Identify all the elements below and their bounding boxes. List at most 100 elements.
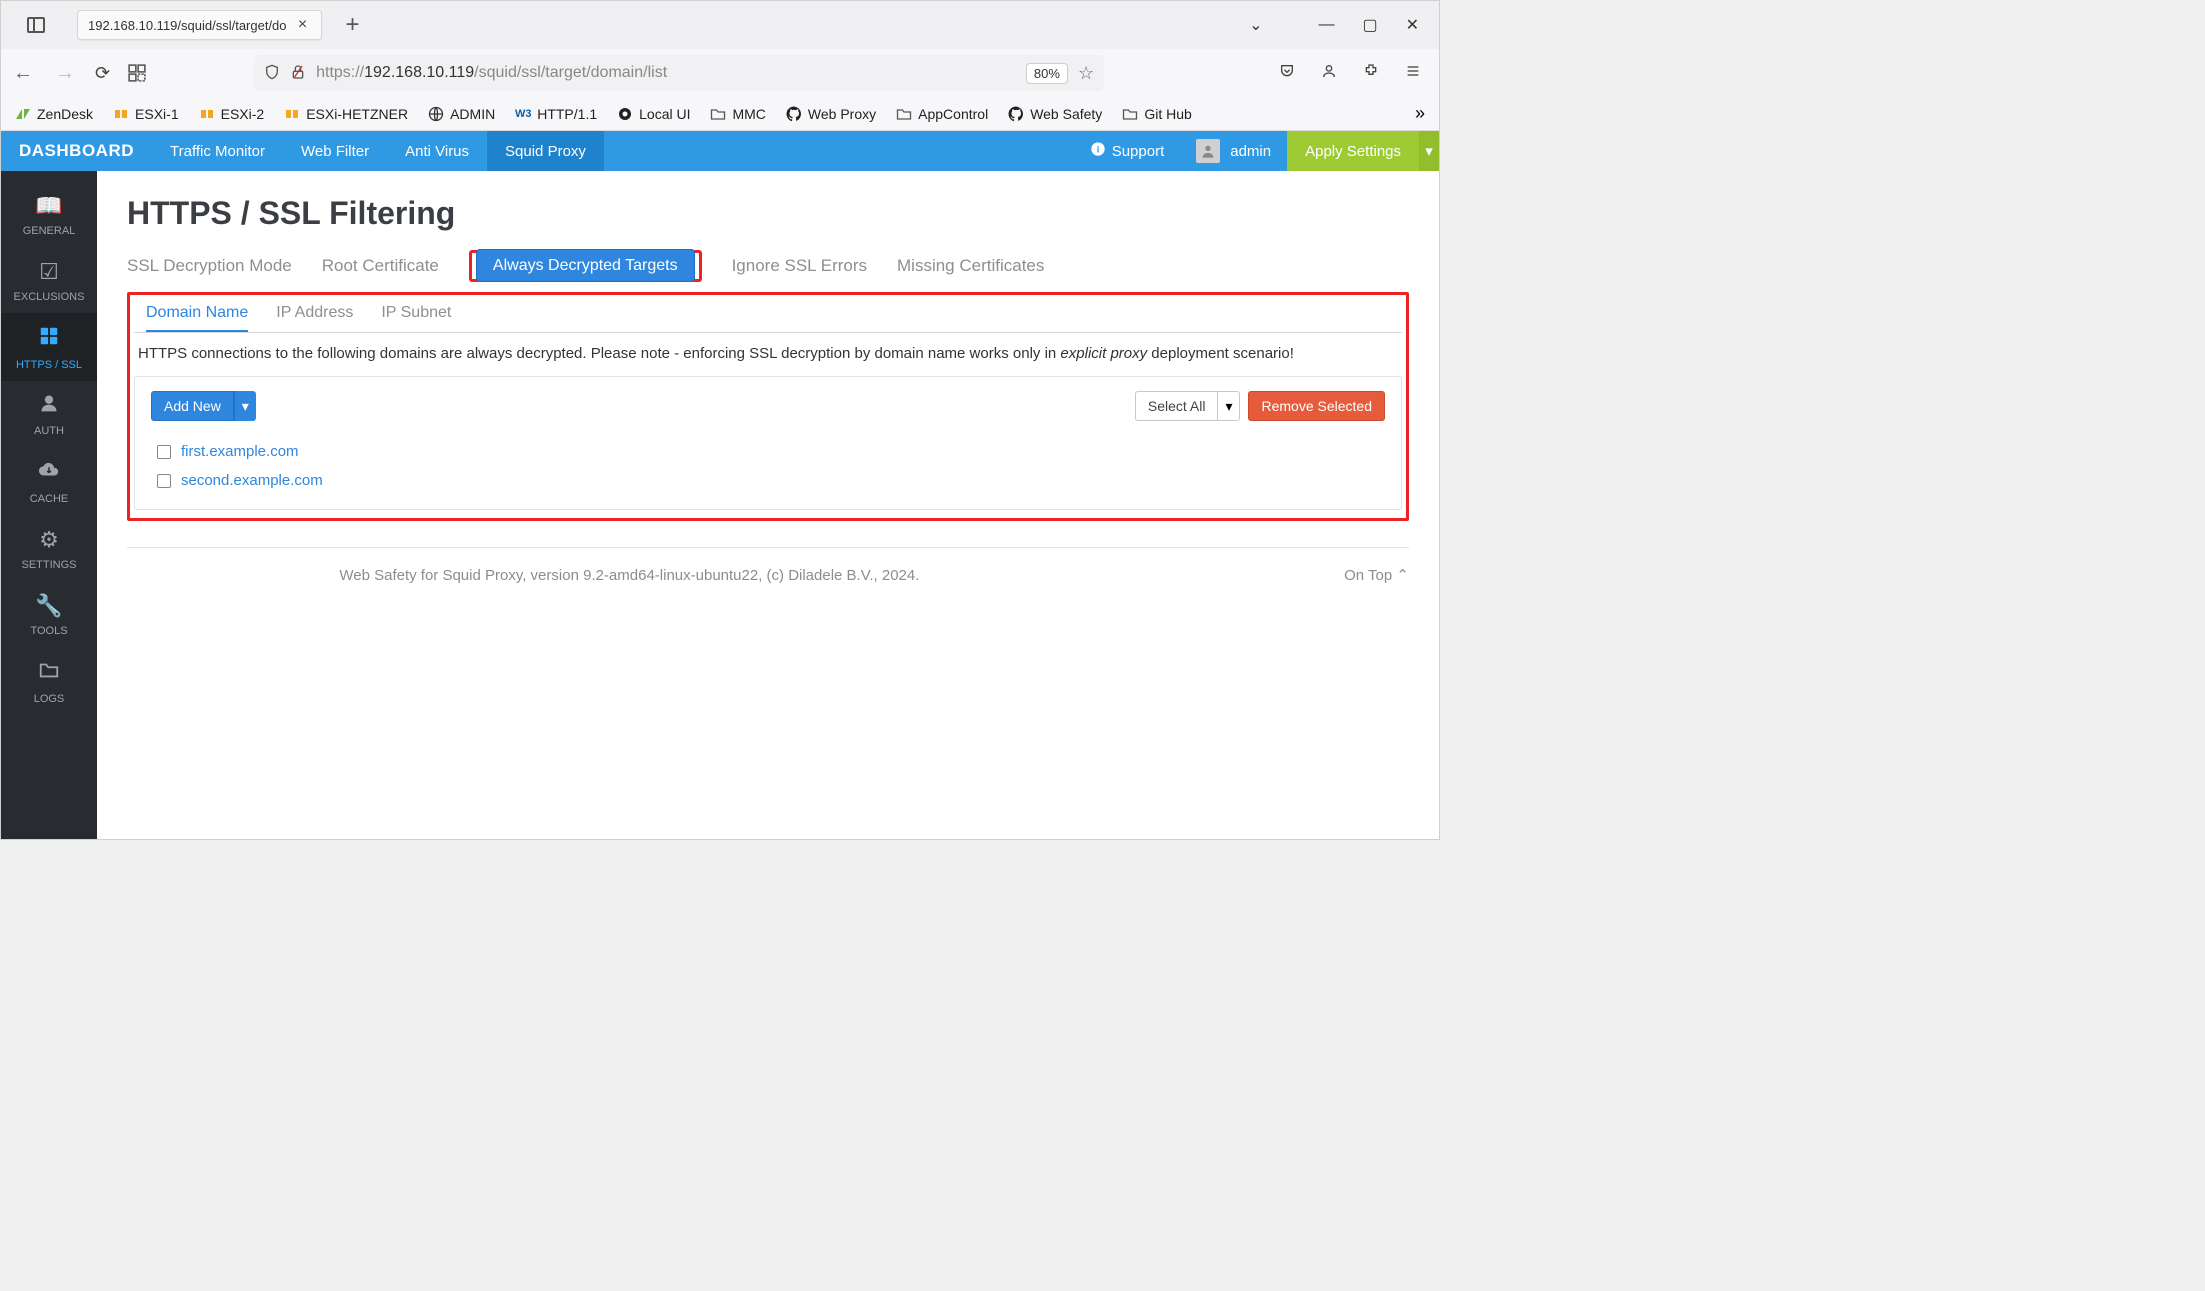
rail-general[interactable]: 📖GENERAL (1, 181, 97, 247)
domain-list: first.example.com second.example.com (151, 443, 1385, 489)
bookmark-item[interactable]: Git Hub (1122, 106, 1191, 122)
vmware-icon (199, 106, 215, 122)
folder-icon (710, 106, 726, 122)
bookmark-item[interactable]: AppControl (896, 106, 988, 122)
bookmark-item[interactable]: ZenDesk (15, 106, 93, 122)
svg-text:i: i (1096, 144, 1099, 154)
folder-icon (38, 659, 60, 687)
minitab-ip-address[interactable]: IP Address (276, 298, 353, 332)
menu-icon[interactable] (1405, 63, 1421, 84)
user-icon (39, 393, 59, 419)
apply-settings-caret[interactable]: ▾ (1419, 131, 1439, 171)
forward-button[interactable]: → (53, 62, 77, 85)
support-link[interactable]: i Support (1074, 141, 1181, 161)
github-icon (786, 106, 802, 122)
browser-titlebar: 192.168.10.119/squid/ssl/target/do × + ⌄… (1, 1, 1439, 49)
url-text: https://192.168.10.119/squid/ssl/target/… (316, 64, 1016, 82)
add-new-button[interactable]: Add New (151, 391, 234, 421)
page-title: HTTPS / SSL Filtering (127, 195, 1409, 232)
rail-cache[interactable]: CACHE (1, 447, 97, 515)
grid-icon (38, 325, 60, 353)
bookmark-item[interactable]: ESXi-2 (199, 106, 265, 122)
topnav-squid-proxy[interactable]: Squid Proxy (487, 131, 604, 171)
bookmark-item[interactable]: Local UI (617, 106, 690, 122)
new-tab-button[interactable]: + (346, 11, 360, 39)
topnav-traffic-monitor[interactable]: Traffic Monitor (152, 131, 283, 171)
rail-auth[interactable]: AUTH (1, 381, 97, 447)
dot-icon (617, 106, 633, 122)
highlight-panel: Domain Name IP Address IP Subnet HTTPS c… (127, 292, 1409, 521)
topnav-anti-virus[interactable]: Anti Virus (387, 131, 487, 171)
list-item: first.example.com (157, 443, 1385, 460)
bookmark-item[interactable]: Web Proxy (786, 106, 876, 122)
footer-text: Web Safety for Squid Proxy, version 9.2-… (339, 567, 919, 584)
divider (127, 547, 1409, 548)
browser-tab[interactable]: 192.168.10.119/squid/ssl/target/do × (77, 10, 322, 40)
add-new-caret[interactable]: ▾ (234, 391, 256, 421)
select-all-caret[interactable]: ▾ (1218, 391, 1240, 421)
domain-link[interactable]: second.example.com (181, 472, 323, 489)
globe-icon (428, 106, 444, 122)
lock-warning-icon[interactable] (290, 64, 306, 83)
tab-close-button[interactable]: × (295, 17, 311, 33)
bookmark-item[interactable]: Web Safety (1008, 106, 1102, 122)
bookmark-item[interactable]: W3HTTP/1.1 (515, 106, 597, 122)
subtabs: SSL Decryption Mode Root Certificate Alw… (127, 250, 1409, 282)
url-bar[interactable]: https://192.168.10.119/squid/ssl/target/… (254, 55, 1104, 91)
bookmark-item[interactable]: ADMIN (428, 106, 495, 122)
select-all-split: Select All ▾ (1135, 391, 1241, 421)
sidebar-toggle-icon[interactable] (27, 17, 45, 33)
app-viewport: DASHBOARD Traffic Monitor Web Filter Ant… (1, 131, 1439, 839)
minimize-button[interactable]: — (1318, 16, 1334, 34)
account-icon[interactable] (1321, 63, 1337, 84)
github-icon (1008, 106, 1024, 122)
on-top-link[interactable]: On Top ⌃ (1344, 566, 1409, 584)
subtab-ignore-ssl-errors[interactable]: Ignore SSL Errors (732, 251, 867, 281)
bookmark-item[interactable]: ESXi-HETZNER (284, 106, 408, 122)
cloud-icon (38, 459, 60, 487)
apply-settings-button[interactable]: Apply Settings (1287, 131, 1419, 171)
rail-exclusions[interactable]: ☑EXCLUSIONS (1, 247, 97, 313)
domain-link[interactable]: first.example.com (181, 443, 299, 460)
bookmark-star-icon[interactable]: ☆ (1078, 63, 1094, 84)
rail-tools[interactable]: 🔧TOOLS (1, 581, 97, 647)
maximize-button[interactable]: ▢ (1362, 15, 1377, 35)
zoom-level-badge[interactable]: 80% (1026, 63, 1068, 84)
bookmark-item[interactable]: MMC (710, 106, 765, 122)
w3-icon: W3 (515, 106, 531, 122)
user-menu[interactable]: admin (1180, 139, 1287, 163)
rail-https-ssl[interactable]: HTTPS / SSL (1, 313, 97, 381)
select-all-button[interactable]: Select All (1135, 391, 1219, 421)
checkbox[interactable] (157, 445, 171, 459)
back-button[interactable]: ← (11, 62, 35, 85)
tabs-dropdown-icon[interactable]: ⌄ (1249, 15, 1262, 35)
close-window-button[interactable]: ✕ (1406, 15, 1419, 35)
brand-label[interactable]: DASHBOARD (1, 141, 152, 161)
content-area: HTTPS / SSL Filtering SSL Decryption Mod… (97, 171, 1439, 839)
shield-icon[interactable] (264, 64, 280, 83)
rail-logs[interactable]: LOGS (1, 647, 97, 715)
remove-selected-button[interactable]: Remove Selected (1248, 391, 1385, 421)
footer: Web Safety for Squid Proxy, version 9.2-… (127, 566, 1409, 584)
subtab-missing-certificates[interactable]: Missing Certificates (897, 251, 1044, 281)
topnav-web-filter[interactable]: Web Filter (283, 131, 387, 171)
folder-icon (1122, 106, 1138, 122)
extensions-icon[interactable] (1363, 63, 1379, 84)
domain-card: Add New ▾ Select All ▾ Remove Selected (134, 376, 1402, 510)
pocket-icon[interactable] (1279, 63, 1295, 84)
reload-button[interactable]: ⟳ (95, 63, 110, 84)
left-rail: 📖GENERAL ☑EXCLUSIONS HTTPS / SSL AUTH CA… (1, 171, 97, 839)
rail-settings[interactable]: ⚙SETTINGS (1, 515, 97, 581)
subtab-ssl-decryption-mode[interactable]: SSL Decryption Mode (127, 251, 292, 281)
bookmark-item[interactable]: ESXi-1 (113, 106, 179, 122)
addon-icon[interactable] (128, 64, 146, 82)
description-text: HTTPS connections to the following domai… (134, 333, 1402, 376)
checkbox[interactable] (157, 474, 171, 488)
minitab-domain-name[interactable]: Domain Name (146, 298, 248, 332)
subtab-always-decrypted[interactable]: Always Decrypted Targets (476, 249, 695, 282)
tab-title: 192.168.10.119/squid/ssl/target/do (88, 18, 287, 33)
subtab-root-certificate[interactable]: Root Certificate (322, 251, 439, 281)
minitab-ip-subnet[interactable]: IP Subnet (381, 298, 451, 332)
browser-toolbar: ← → ⟳ https://192.168.10.119/squid/ssl/t… (1, 49, 1439, 97)
bookmarks-overflow-icon[interactable]: » (1415, 103, 1425, 124)
